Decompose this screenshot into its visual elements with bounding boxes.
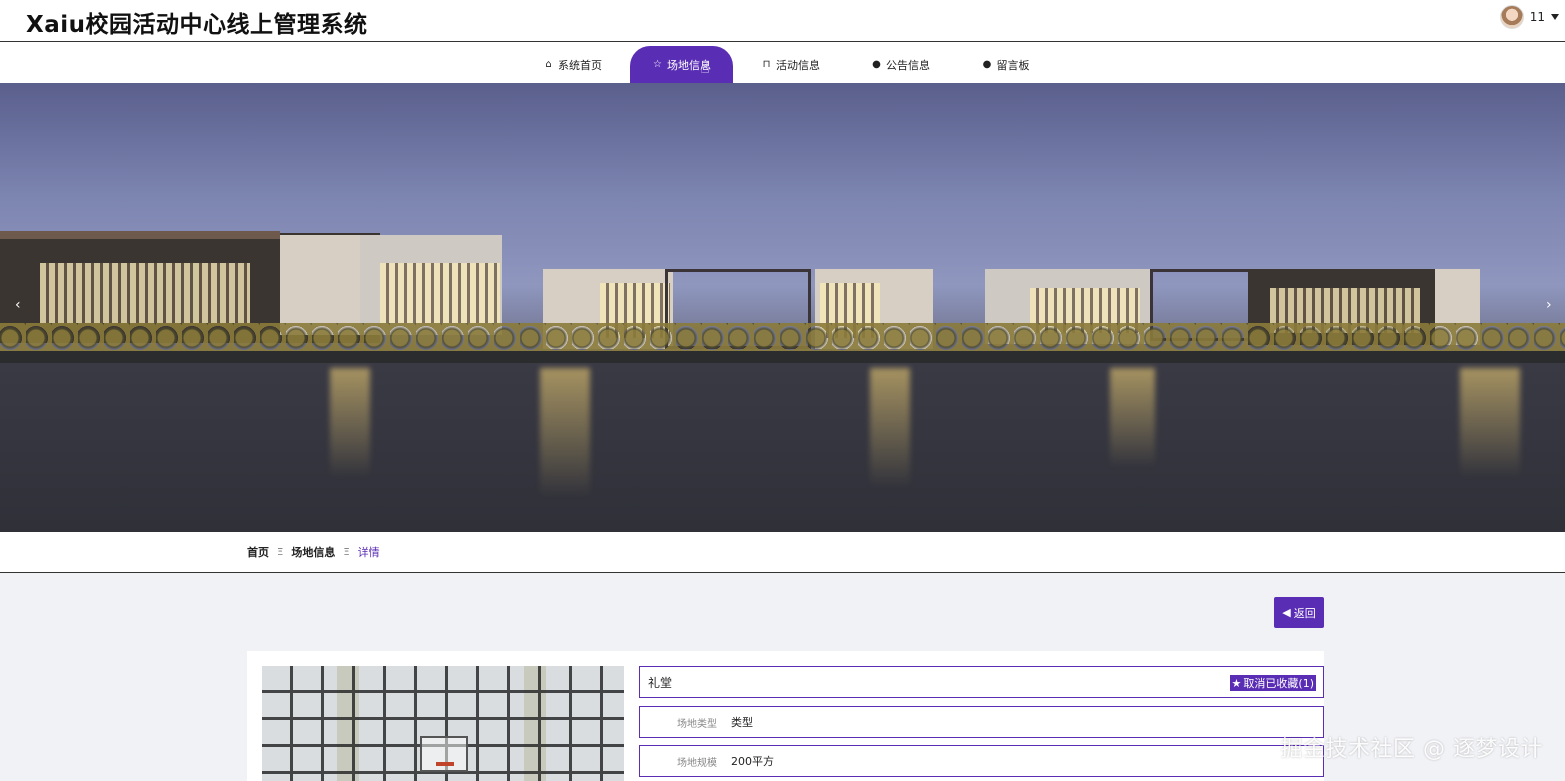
info-icon: ● (872, 59, 881, 70)
venue-name-row: 礼堂 ★ 取消已收藏(1) (639, 666, 1324, 698)
light-reflection (330, 368, 370, 478)
star-icon: ★ (1231, 676, 1242, 690)
back-button[interactable]: ◀ 返回 (1274, 597, 1324, 628)
venue-size-row: 场地规模 200平方 (639, 745, 1324, 777)
shoreline (0, 351, 1565, 363)
venue-size-label: 场地规模 (677, 757, 717, 769)
star-icon: ☆ (653, 59, 662, 70)
main-nav: ⌂ 系统首页 ☆ 场地信息 ⊓ 活动信息 ● 公告信息 ● 留言板 (0, 42, 1565, 83)
breadcrumb-home[interactable]: 首页 (247, 544, 269, 560)
light-reflection (1460, 368, 1520, 478)
building-windows (40, 263, 250, 323)
venue-type-value: 类型 (731, 716, 753, 729)
breadcrumb-venues[interactable]: 场地信息 (291, 544, 335, 560)
nav-item-label: 活动信息 (776, 58, 820, 72)
back-button-label: 返回 (1293, 606, 1316, 620)
watermark: 掘金技术社区 @ 逐梦设计 (1280, 737, 1543, 762)
breadcrumb-bar: 首页 Ξ 场地信息 Ξ 详情 (0, 532, 1565, 573)
unfavorite-button[interactable]: ★ 取消已收藏(1) (1229, 675, 1316, 691)
venue-photo (262, 666, 624, 781)
nav-item-label: 系统首页 (558, 58, 602, 72)
trees (0, 323, 1565, 353)
venue-type-label: 场地类型 (677, 718, 717, 730)
nav-item-activities[interactable]: ⊓ 活动信息 (748, 46, 833, 83)
nav-item-announcements[interactable]: ● 公告信息 (858, 46, 943, 83)
nav-item-label: 公告信息 (886, 58, 930, 72)
building-windows (380, 263, 500, 323)
hand-cursor-icon: ☝ (700, 58, 710, 77)
nav-item-home[interactable]: ⌂ 系统首页 (530, 46, 615, 83)
venue-detail-panel: 礼堂 ★ 取消已收藏(1) 场地类型 类型 场地规模 200平方 (247, 651, 1324, 781)
top-bar: Xaiu校园活动中心线上管理系统 11 (0, 0, 1565, 42)
bag-icon: ⊓ (762, 59, 771, 70)
breadcrumb-current: 详情 (357, 546, 380, 559)
basketball-hoop (420, 736, 468, 772)
user-name[interactable]: 11 (1530, 10, 1545, 24)
basketball-rim (436, 762, 454, 766)
nav-item-label: 留言板 (996, 58, 1030, 72)
carousel-prev-arrow[interactable]: ‹ (15, 297, 21, 313)
light-reflection (1110, 368, 1155, 468)
home-icon: ⌂ (545, 59, 552, 70)
banner-carousel[interactable]: ‹ › (0, 83, 1565, 532)
site-title: Xaiu校园活动中心线上管理系统 (26, 12, 368, 38)
breadcrumb: 首页 Ξ 场地信息 Ξ 详情 (247, 544, 380, 560)
venue-name: 礼堂 (648, 675, 673, 690)
unfavorite-button-label: 取消已收藏(1) (1243, 677, 1314, 690)
light-reflection (870, 368, 910, 488)
nav-item-venues[interactable]: ☆ 场地信息 (630, 46, 733, 83)
question-icon: ● (982, 59, 992, 70)
user-menu[interactable]: 11 (1499, 5, 1559, 29)
caret-left-icon: ◀ (1282, 606, 1291, 619)
breadcrumb-separator: Ξ (277, 546, 284, 558)
venue-size-value: 200平方 (731, 755, 774, 768)
avatar[interactable] (1499, 5, 1524, 29)
breadcrumb-separator: Ξ (343, 546, 350, 558)
carousel-next-arrow[interactable]: › (1546, 297, 1552, 313)
nav-item-messages[interactable]: ● 留言板 (968, 46, 1043, 83)
light-reflection (540, 368, 590, 498)
venue-type-row: 场地类型 类型 (639, 706, 1324, 738)
chevron-down-icon[interactable] (1551, 14, 1559, 20)
building-roof (0, 231, 280, 239)
